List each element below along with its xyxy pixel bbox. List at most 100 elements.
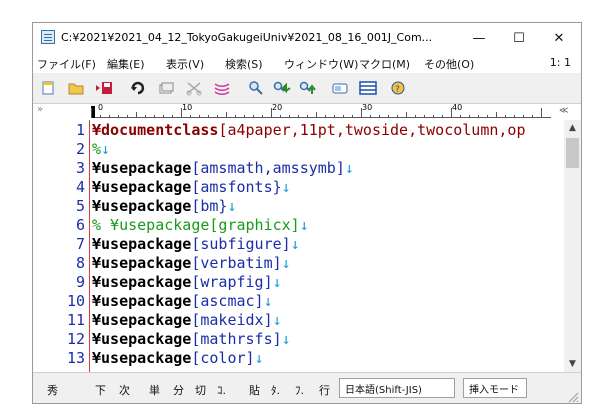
code-line[interactable]: 12 ¥usepackage[mathrsfs]↓ bbox=[33, 330, 553, 348]
ruler-scroll-marker[interactable]: ≪ bbox=[559, 106, 568, 116]
ruler-tick bbox=[118, 115, 119, 118]
ruler-tick bbox=[145, 115, 146, 118]
close-button[interactable]: ✕ bbox=[539, 23, 579, 53]
code-token: [a4paper,11pt,twoside,twocolumn,op bbox=[218, 121, 526, 139]
status-down[interactable]: 下 bbox=[95, 382, 106, 398]
code-token: % bbox=[92, 140, 102, 158]
line-text[interactable]: ¥usepackage[ascmac]↓ bbox=[92, 292, 273, 310]
menu-other[interactable]: その他(O) bbox=[424, 56, 474, 72]
scroll-up-icon[interactable]: ▲ bbox=[564, 120, 581, 136]
line-text[interactable]: ¥usepackage[amsmath,amssymb]↓ bbox=[92, 159, 354, 177]
code-line[interactable]: 13 ¥usepackage[color]↓ bbox=[33, 349, 553, 367]
menu-view[interactable]: 表示(V) bbox=[166, 56, 204, 72]
code-line[interactable]: 10 ¥usepackage[ascmac]↓ bbox=[33, 292, 553, 310]
menu-edit[interactable]: 編集(E) bbox=[107, 56, 145, 72]
code-line[interactable]: 5 ¥usepackage[bm}↓ bbox=[33, 197, 553, 215]
line-text[interactable]: ¥usepackage[bm}↓ bbox=[92, 197, 237, 215]
status-paste[interactable]: 貼 bbox=[249, 382, 260, 398]
code-line[interactable]: 4 ¥usepackage[amsfonts}↓ bbox=[33, 178, 553, 196]
menu-search[interactable]: 検索(S) bbox=[225, 56, 263, 72]
code-line[interactable]: 11 ¥usepackage[makeidx]↓ bbox=[33, 311, 553, 329]
line-text[interactable]: ¥documentclass[a4paper,11pt,twoside,twoc… bbox=[92, 121, 525, 139]
status-next[interactable]: 次 bbox=[119, 382, 130, 398]
paste-icon[interactable] bbox=[213, 79, 231, 97]
code-line[interactable]: 3 ¥usepackage[amsmath,amssymb]↓ bbox=[33, 159, 553, 177]
ruler-tick bbox=[307, 115, 308, 118]
status-tag[interactable]: ﾀ. bbox=[271, 382, 280, 398]
save-icon[interactable] bbox=[95, 79, 113, 97]
code-token: ¥usepackage bbox=[92, 197, 192, 215]
code-token: ¥usepackage bbox=[92, 330, 192, 348]
status-line[interactable]: 行 bbox=[319, 382, 330, 398]
line-number: 12 bbox=[66, 330, 85, 348]
undo-icon[interactable] bbox=[129, 79, 147, 97]
minimize-button[interactable]: — bbox=[459, 23, 499, 53]
code-line[interactable]: 6 % ¥usepackage[graphicx]↓ bbox=[33, 216, 553, 234]
status-split[interactable]: 分 bbox=[173, 382, 184, 398]
line-text[interactable]: ¥usepackage[makeidx]↓ bbox=[92, 311, 282, 329]
code-line[interactable]: 9 ¥usepackage[wrapfig]↓ bbox=[33, 273, 553, 291]
line-text[interactable]: ¥usepackage[mathrsfs]↓ bbox=[92, 330, 291, 348]
status-cut[interactable]: 切 bbox=[195, 382, 206, 398]
code-token: [mathrsfs] bbox=[191, 330, 282, 348]
ruler-tick bbox=[217, 115, 218, 118]
code-line[interactable]: 7 ¥usepackage[subfigure]↓ bbox=[33, 235, 553, 253]
ruler-tick bbox=[460, 115, 461, 118]
svg-text:?: ? bbox=[395, 85, 400, 95]
ruler-tick bbox=[379, 115, 380, 118]
code-token: ¥usepackage bbox=[92, 292, 192, 310]
page-indicator: 1: 1 bbox=[549, 56, 571, 69]
newline-marker: ↓ bbox=[272, 311, 282, 329]
grep-icon[interactable] bbox=[331, 79, 349, 97]
ruler-tick bbox=[136, 112, 137, 118]
line-text[interactable]: ¥usepackage[verbatim]↓ bbox=[92, 254, 291, 272]
search-icon[interactable] bbox=[247, 79, 265, 97]
menu-macro[interactable]: マクロ(M) bbox=[359, 56, 410, 72]
line-text[interactable]: ¥usepackage[amsfonts}↓ bbox=[92, 178, 291, 196]
vertical-scrollbar[interactable]: ▲ ▼ bbox=[564, 120, 581, 372]
help-icon[interactable]: ? bbox=[389, 79, 407, 97]
menu-window[interactable]: ウィンドウ(W) bbox=[284, 56, 358, 72]
ruler-tick bbox=[388, 115, 389, 118]
insert-mode-indicator[interactable]: 挿入モード bbox=[463, 378, 527, 398]
line-text[interactable]: % ¥usepackage[graphicx]↓ bbox=[92, 216, 309, 234]
code-token: % ¥usepackage[graphicx] bbox=[92, 216, 300, 234]
status-copy[interactable]: ｺ. bbox=[217, 382, 226, 398]
cut-icon[interactable] bbox=[185, 79, 203, 97]
text-editor[interactable]: » 0 10 20 30 40 ≪ 1 ¥documentclass[a4pape… bbox=[33, 103, 581, 372]
encoding-indicator[interactable]: 日本語(Shift-JIS) bbox=[339, 378, 455, 398]
menu-file[interactable]: ファイル(F) bbox=[37, 56, 96, 72]
line-text[interactable]: ¥usepackage[color]↓ bbox=[92, 349, 264, 367]
app-icon[interactable] bbox=[41, 30, 55, 44]
title-bar[interactable]: C:¥2021¥2021_04_12_TokyoGakugeiUniv¥2021… bbox=[33, 23, 581, 53]
code-token: ¥usepackage bbox=[92, 159, 192, 177]
line-text[interactable]: ¥usepackage[wrapfig]↓ bbox=[92, 273, 282, 291]
status-word[interactable]: 単 bbox=[149, 382, 160, 398]
status-file[interactable]: ﾌ. bbox=[295, 382, 304, 398]
code-line[interactable]: 8 ¥usepackage[verbatim]↓ bbox=[33, 254, 553, 272]
ruler-tick bbox=[226, 112, 227, 118]
open-folder-icon[interactable] bbox=[67, 79, 85, 97]
line-number: 7 bbox=[75, 235, 85, 253]
resize-grip-icon[interactable] bbox=[565, 389, 579, 403]
code-token: [wrapfig] bbox=[191, 273, 273, 291]
line-text[interactable]: ¥usepackage[subfigure]↓ bbox=[92, 235, 300, 253]
line-number: 1 bbox=[75, 121, 85, 139]
scroll-thumb[interactable] bbox=[566, 138, 579, 168]
code-token: [amsmath,amssymb] bbox=[191, 159, 345, 177]
find-next-icon[interactable] bbox=[273, 79, 291, 97]
new-file-icon[interactable] bbox=[39, 79, 57, 97]
toolbar: ? bbox=[33, 75, 581, 101]
find-prev-icon[interactable] bbox=[299, 79, 317, 97]
ruler-tick bbox=[523, 115, 524, 118]
scroll-down-icon[interactable]: ▼ bbox=[564, 356, 581, 372]
line-text[interactable]: %↓ bbox=[92, 140, 110, 158]
code-line[interactable]: 1 ¥documentclass[a4paper,11pt,twoside,two… bbox=[33, 121, 553, 139]
maximize-button[interactable]: ☐ bbox=[499, 23, 539, 53]
code-line[interactable]: 2 %↓ bbox=[33, 140, 553, 158]
ruler-tick bbox=[532, 115, 533, 118]
copy-icon[interactable] bbox=[157, 79, 175, 97]
window-tile-icon[interactable] bbox=[359, 79, 377, 97]
code-token: [verbatim] bbox=[191, 254, 282, 272]
ruler-label: 0 bbox=[97, 103, 105, 112]
